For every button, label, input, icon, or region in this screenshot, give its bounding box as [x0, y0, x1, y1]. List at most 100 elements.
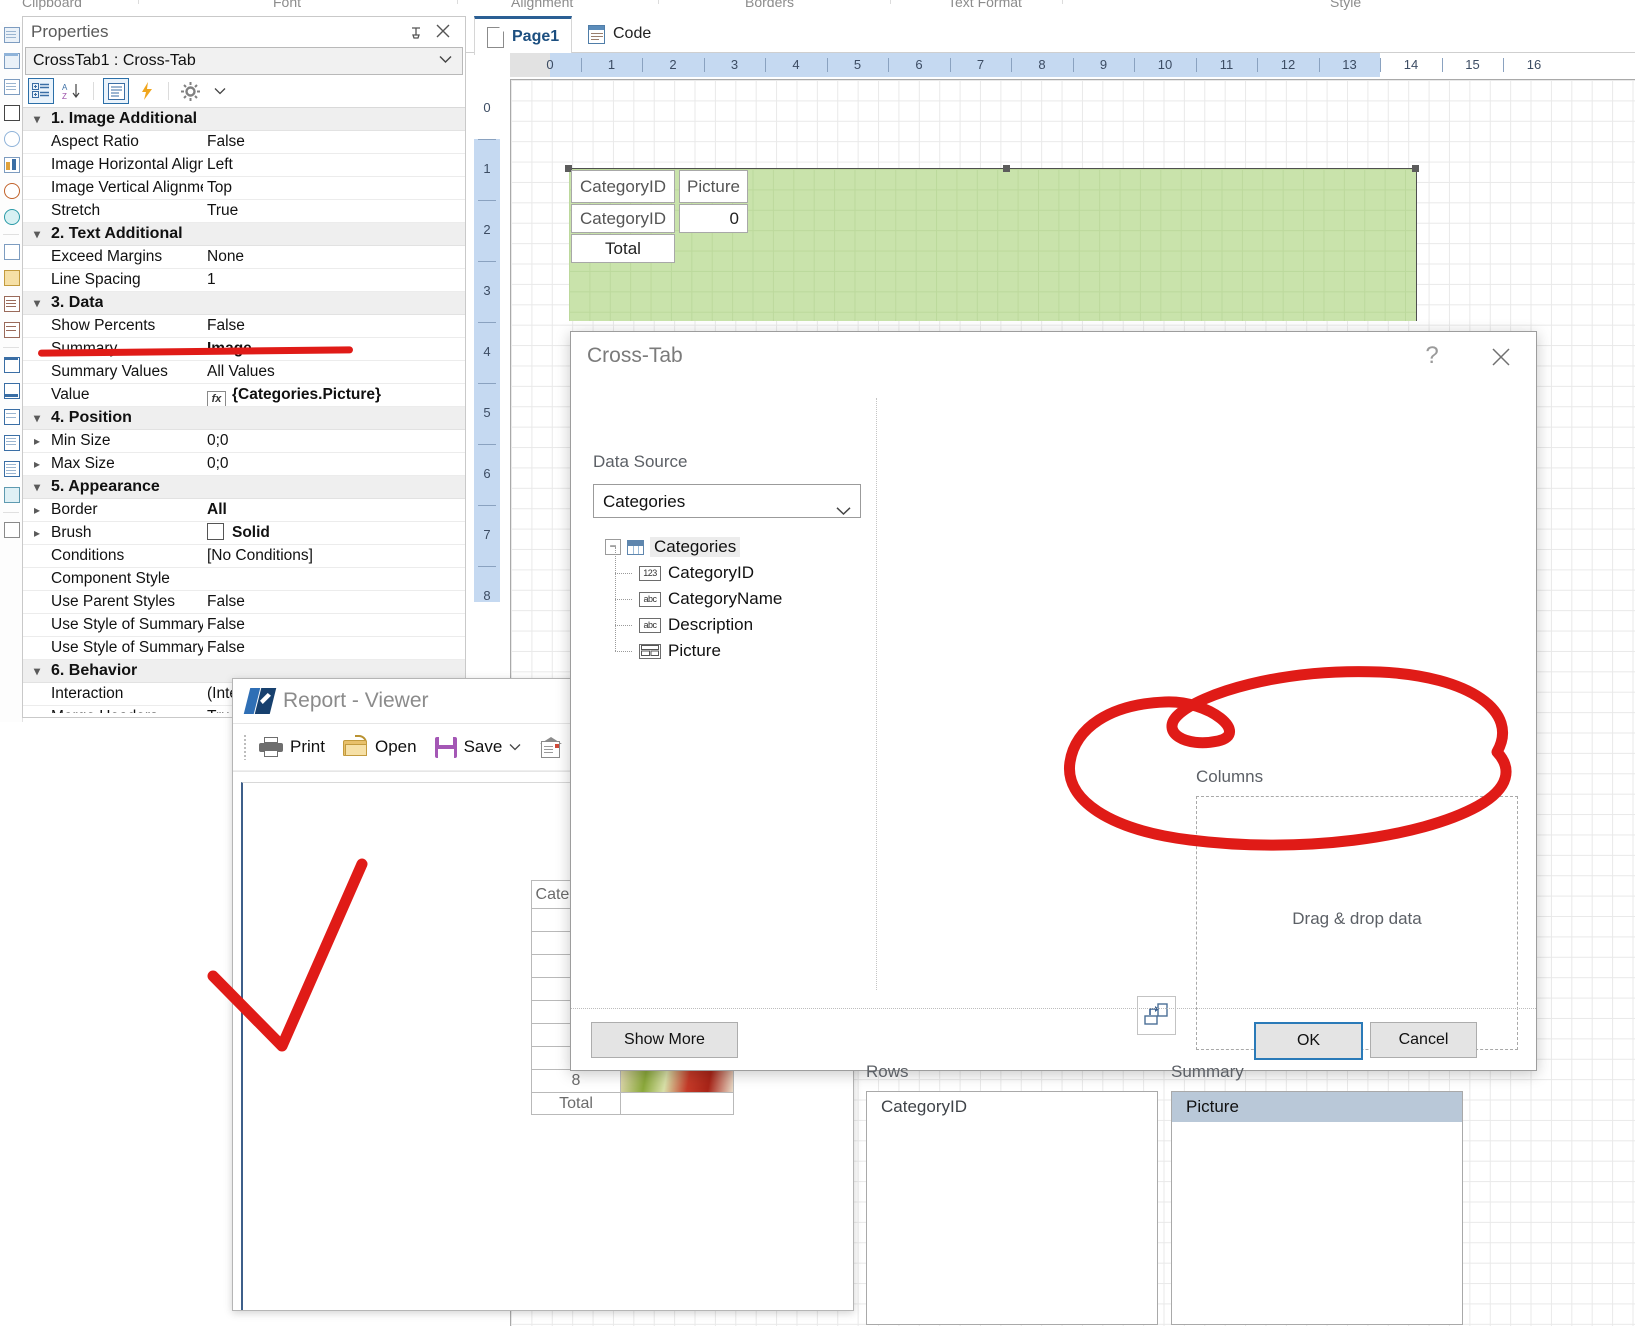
- property-category[interactable]: ▾ 1. Image Additional: [23, 108, 465, 131]
- property-value[interactable]: fx {Categories.Picture}: [203, 384, 465, 406]
- property-value[interactable]: Solid: [203, 522, 465, 544]
- property-row[interactable]: Stretch True: [23, 200, 465, 223]
- brush-color-swatch[interactable]: [207, 523, 224, 540]
- events-lightning-icon[interactable]: [135, 79, 159, 103]
- crosstab-cell-row-categoryid[interactable]: CategoryID: [571, 204, 675, 233]
- data-source-tree[interactable]: − Categories 123 CategoryID abc Category…: [593, 534, 868, 664]
- resize-handle-topright[interactable]: [1412, 165, 1419, 172]
- text-component-icon[interactable]: [1, 22, 21, 48]
- chart-component-icon[interactable]: [1, 152, 21, 178]
- cancel-button[interactable]: Cancel: [1370, 1022, 1477, 1058]
- help-question-icon[interactable]: ?: [1418, 342, 1446, 370]
- property-row[interactable]: Exceed Margins None: [23, 246, 465, 269]
- property-row[interactable]: Aspect Ratio False: [23, 131, 465, 154]
- summary-item-picture[interactable]: Picture: [1172, 1092, 1462, 1122]
- crosstab-cell-header-categoryid[interactable]: CategoryID: [571, 170, 675, 203]
- property-row[interactable]: ▸ Brush Solid: [23, 522, 465, 545]
- categorized-view-icon[interactable]: [28, 78, 54, 104]
- richtext-component-icon[interactable]: [1, 74, 21, 100]
- properties-grid[interactable]: ▾ 1. Image Additional Aspect Ratio False Ima…: [23, 108, 465, 713]
- property-value[interactable]: False: [203, 315, 465, 337]
- data-source-combo[interactable]: Categories: [593, 484, 861, 518]
- shape-component-icon[interactable]: [1, 126, 21, 152]
- chevron-down-icon[interactable]: ▾: [23, 476, 51, 498]
- close-icon[interactable]: [433, 21, 453, 41]
- pin-icon[interactable]: [407, 23, 425, 41]
- subreport-component-icon[interactable]: [1, 317, 21, 343]
- map-component-icon[interactable]: [1, 204, 21, 230]
- rows-item-categoryid[interactable]: CategoryID: [867, 1092, 1157, 1122]
- open-button[interactable]: Open: [337, 734, 423, 760]
- property-row[interactable]: Line Spacing 1: [23, 269, 465, 292]
- chevron-down-icon[interactable]: ▾: [23, 292, 51, 314]
- image-component-icon[interactable]: [1, 239, 21, 265]
- property-row[interactable]: ▸ Min Size 0;0: [23, 430, 465, 453]
- design-tabbar[interactable]: Page1 Code: [466, 16, 1635, 55]
- barcode-component-icon[interactable]: [1, 100, 21, 126]
- horizontal-ruler[interactable]: 0 1 2 3 4 5 6 7 8 9 10 11 12 13 14 15 16: [510, 53, 1635, 77]
- property-value[interactable]: [203, 568, 465, 590]
- chevron-down-icon[interactable]: [509, 740, 521, 754]
- chevron-down-icon[interactable]: ▾: [23, 407, 51, 429]
- vertical-ruler[interactable]: 0 1 2 3 4 5 6 7 8: [474, 78, 500, 758]
- fx-expression-icon[interactable]: fx: [207, 391, 226, 406]
- gear-icon[interactable]: [178, 79, 202, 103]
- property-value[interactable]: 1: [203, 269, 465, 291]
- tree-node-categoryname[interactable]: abc CategoryName: [593, 573, 868, 612]
- close-icon[interactable]: [1486, 342, 1516, 372]
- detail-band-icon[interactable]: [1, 456, 21, 482]
- components-toolbox[interactable]: [0, 22, 23, 722]
- chevron-down-icon[interactable]: [208, 79, 232, 103]
- property-row[interactable]: ▸ Border All: [23, 499, 465, 522]
- property-row[interactable]: Summary Values All Values: [23, 361, 465, 384]
- property-row[interactable]: Component Style: [23, 568, 465, 591]
- chevron-right-icon[interactable]: ▸: [23, 453, 51, 475]
- property-value[interactable]: Left: [203, 154, 465, 176]
- property-value[interactable]: All Values: [203, 361, 465, 383]
- summary-dropzone[interactable]: Picture: [1171, 1091, 1463, 1325]
- chevron-down-icon[interactable]: ▾: [23, 108, 51, 130]
- chevron-right-icon[interactable]: ▸: [23, 522, 51, 544]
- chevron-down-icon[interactable]: ▾: [23, 223, 51, 245]
- crosstab-dialog[interactable]: Cross-Tab ? Data Source Categories − Cat…: [570, 331, 1537, 1325]
- chevron-right-icon[interactable]: ▸: [23, 499, 51, 521]
- alphabetical-sort-icon[interactable]: AZ: [60, 79, 84, 103]
- property-value[interactable]: All: [203, 499, 465, 521]
- property-row[interactable]: Image Horizontal AlignmentLeft: [23, 154, 465, 177]
- chevron-down-icon[interactable]: ▾: [23, 660, 51, 682]
- tree-node-categoryid[interactable]: 123 CategoryID: [593, 547, 868, 586]
- chevron-right-icon[interactable]: ▸: [23, 430, 51, 452]
- watermark-icon[interactable]: [1, 482, 21, 508]
- crosstab-cell-header-picture[interactable]: Picture: [679, 170, 748, 203]
- property-value[interactable]: True: [203, 200, 465, 222]
- pointer-tool-icon[interactable]: [1, 517, 21, 543]
- footer-band-icon[interactable]: [1, 378, 21, 404]
- property-row[interactable]: ▸ Max Size 0;0: [23, 453, 465, 476]
- property-category[interactable]: ▾ 4. Position: [23, 407, 465, 430]
- rows-dropzone[interactable]: CategoryID: [866, 1091, 1158, 1325]
- crosstab-component-icon[interactable]: [1, 291, 21, 317]
- property-row[interactable]: Show Percents False: [23, 315, 465, 338]
- property-category[interactable]: ▾ 2. Text Additional: [23, 223, 465, 246]
- property-pages-icon[interactable]: [103, 78, 129, 104]
- property-row[interactable]: Use Parent Styles False: [23, 591, 465, 614]
- group-band-icon[interactable]: [1, 404, 21, 430]
- table-component-icon[interactable]: [1, 48, 21, 74]
- ok-button[interactable]: OK: [1254, 1022, 1363, 1060]
- tree-expander-icon[interactable]: −: [605, 539, 621, 555]
- property-row[interactable]: Use Style of Summary False: [23, 637, 465, 660]
- property-row[interactable]: Image Vertical AlignmentTop: [23, 177, 465, 200]
- property-value[interactable]: None: [203, 246, 465, 268]
- property-value[interactable]: False: [203, 591, 465, 613]
- properties-toolbar[interactable]: AZ: [23, 75, 465, 108]
- property-category[interactable]: ▾ 5. Appearance: [23, 476, 465, 499]
- object-selector-combo[interactable]: CrossTab1 : Cross-Tab: [25, 47, 463, 75]
- crosstab-cell-total[interactable]: Total: [571, 234, 675, 263]
- tree-node-categories[interactable]: − Categories: [593, 534, 868, 560]
- toolbar-grip[interactable]: [243, 734, 247, 760]
- header-band-icon[interactable]: [1, 352, 21, 378]
- property-value[interactable]: False: [203, 637, 465, 659]
- tab-page1[interactable]: Page1: [474, 16, 573, 55]
- property-value[interactable]: False: [203, 131, 465, 153]
- tab-code[interactable]: Code: [576, 16, 663, 52]
